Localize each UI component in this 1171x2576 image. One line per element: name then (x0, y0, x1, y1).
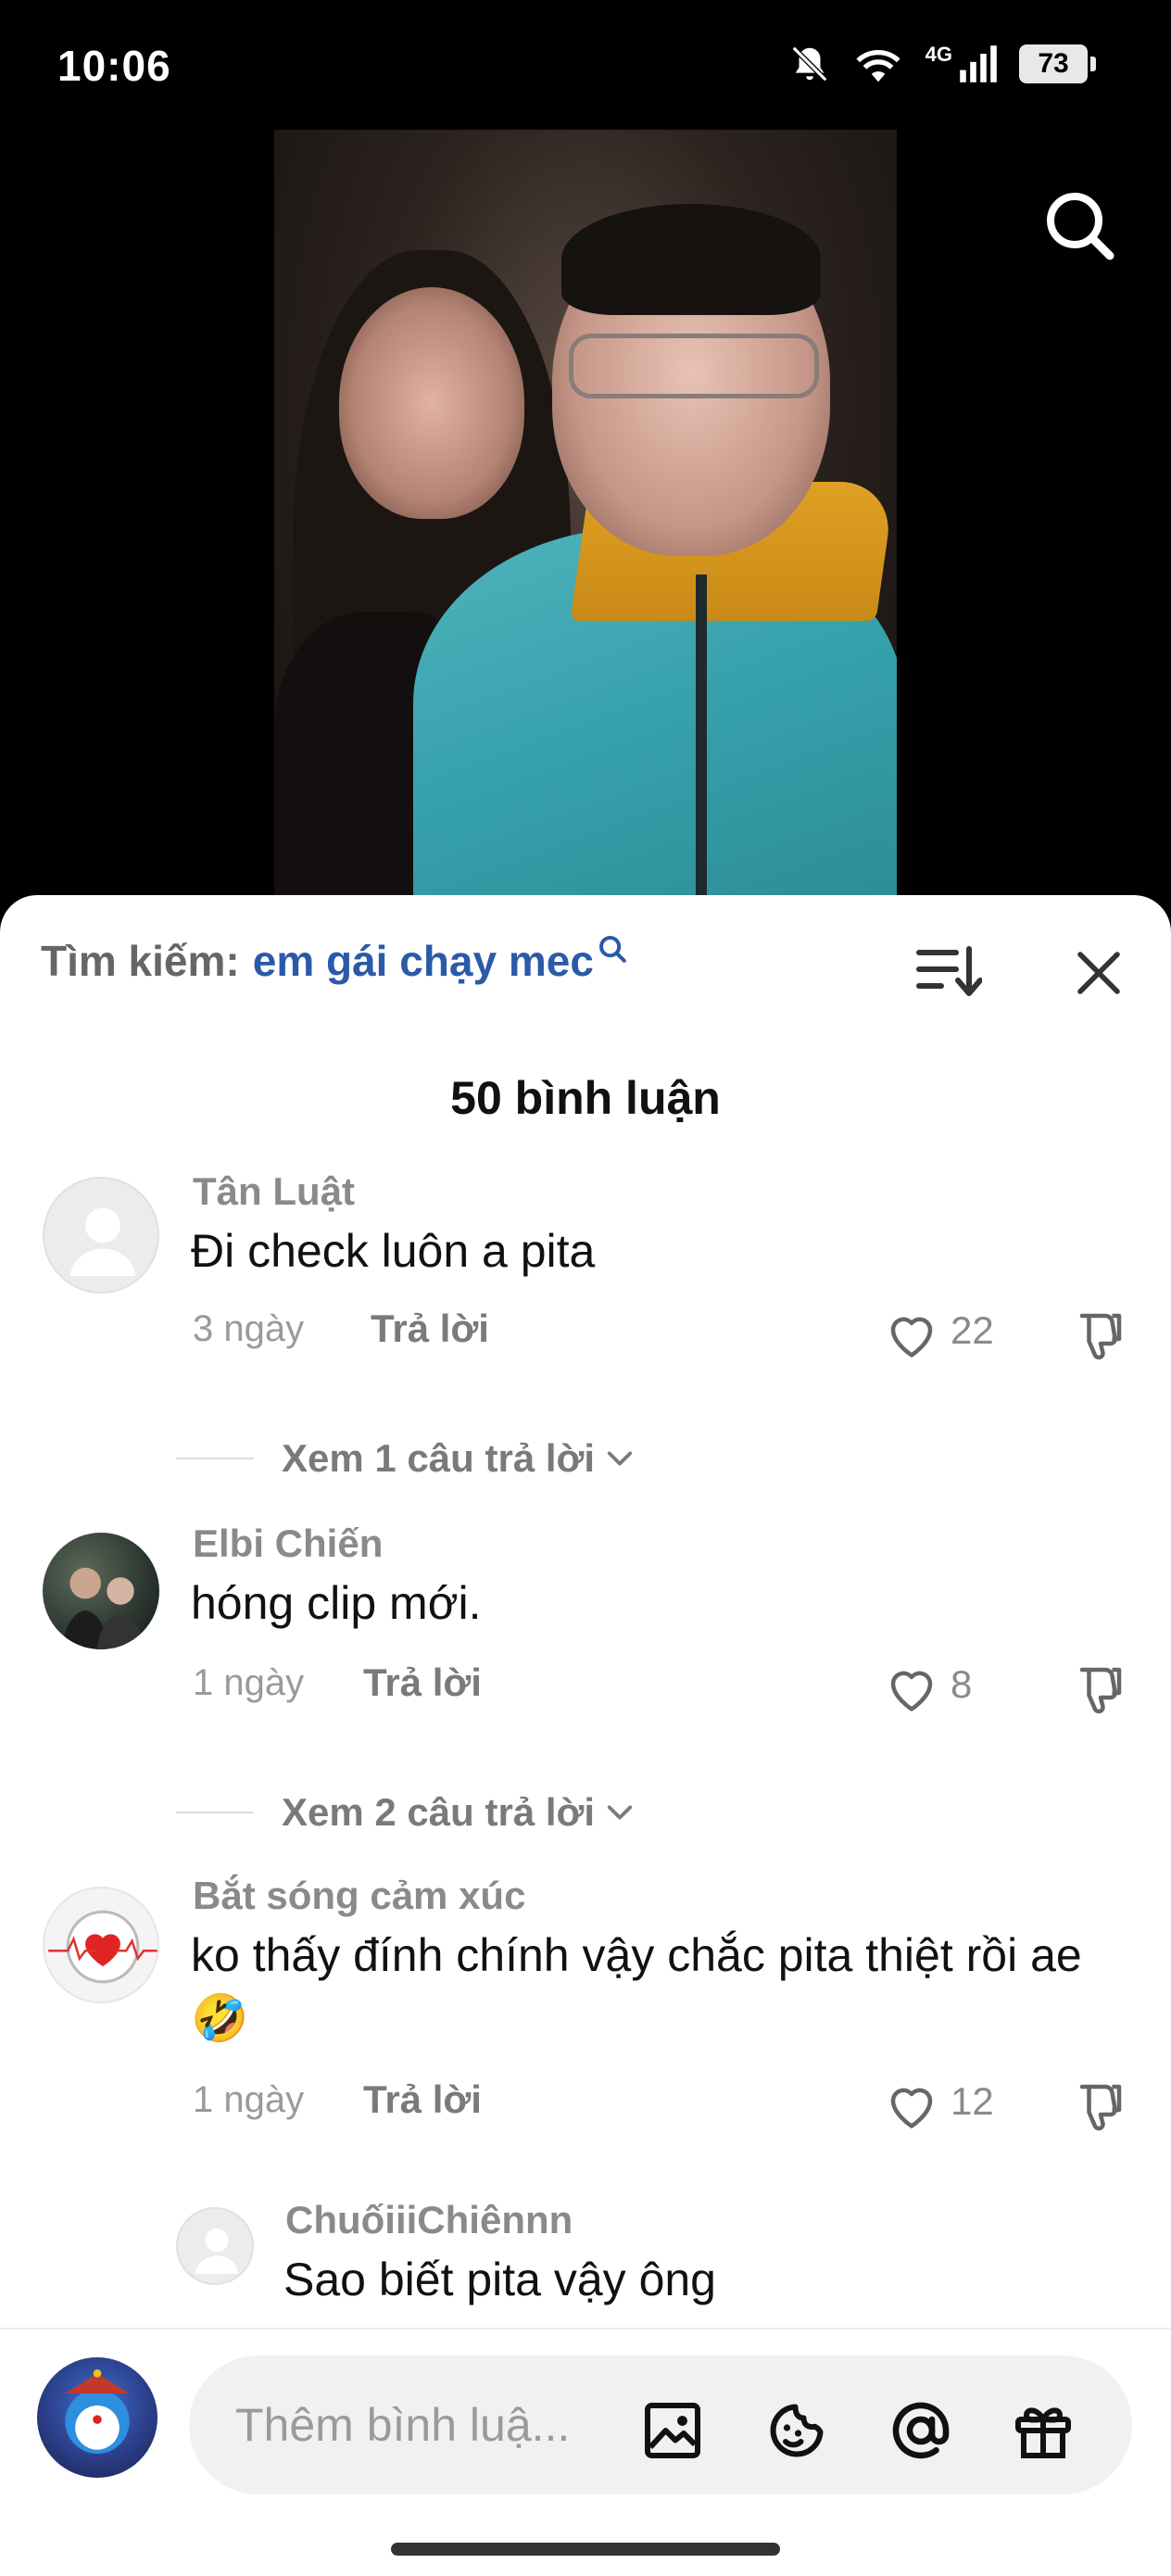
comment-input-pill[interactable] (189, 2355, 1132, 2494)
related-search[interactable]: Tìm kiếm: em gái chạy mec (41, 936, 627, 986)
comment-text: ko thấy đính chính vậy chắc pita thiệt r… (191, 1929, 1082, 2044)
reply-button[interactable]: Trả lời (363, 2077, 482, 2122)
like-count: 22 (951, 1308, 994, 1352)
sort-icon[interactable] (915, 943, 982, 999)
chevron-down-icon (607, 1805, 633, 1820)
comment-author[interactable]: Elbi Chiến (193, 1522, 383, 1566)
heart-avatar-icon (48, 1910, 157, 1984)
my-avatar[interactable] (37, 2357, 157, 2478)
dislike-icon[interactable] (1073, 1661, 1128, 1716)
close-icon[interactable] (1075, 949, 1123, 997)
search-prefix: Tìm kiếm: (41, 937, 240, 985)
heart-icon[interactable] (884, 1662, 939, 1714)
comments-sheet: Tìm kiếm: em gái chạy mec 50 bình luận T… (0, 895, 1171, 2576)
comment-time: 1 ngày (193, 2079, 305, 2120)
status-icons: 4G 73 (788, 43, 1096, 85)
image-icon[interactable] (639, 2397, 706, 2464)
comment-input[interactable] (235, 2393, 606, 2457)
video-figure (561, 204, 821, 315)
reply-author[interactable]: ChuốiiiChiênnn (285, 2198, 573, 2242)
avatar-photo (65, 2369, 130, 2454)
default-avatar-icon (195, 2229, 239, 2274)
comment-count: 50 bình luận (450, 1072, 721, 1124)
wifi-icon (856, 50, 900, 82)
comment-composer-bar (0, 2328, 1171, 2576)
view-replies-label: Xem 2 câu trả lời (282, 1790, 596, 1834)
reply-button[interactable]: Trả lời (363, 1661, 482, 1705)
video-figure (696, 575, 707, 899)
dislike-icon[interactable] (1073, 2077, 1128, 2133)
view-replies-button[interactable]: Xem 2 câu trả lời (176, 1790, 634, 1835)
avatar-photo (62, 1567, 145, 1649)
battery-icon: 73 (1019, 44, 1096, 83)
home-indicator[interactable] (391, 2543, 780, 2556)
comment-author[interactable]: Bắt sóng cảm xúc (193, 1874, 525, 1918)
default-avatar-icon (69, 1207, 136, 1276)
avatar[interactable] (43, 1533, 159, 1649)
avatar[interactable] (43, 1177, 159, 1294)
status-bar: 10:06 4G 73 (0, 0, 1171, 130)
mention-icon[interactable] (888, 2397, 954, 2464)
gift-icon[interactable] (1010, 2397, 1077, 2464)
view-replies-button[interactable]: Xem 1 câu trả lời (176, 1436, 634, 1481)
status-time: 10:06 (57, 42, 171, 90)
video-player[interactable] (274, 130, 897, 899)
heart-icon[interactable] (884, 1308, 939, 1360)
comment-text: hóng clip mới. (191, 1577, 482, 1629)
comment-time: 3 ngày (193, 1308, 305, 1349)
comment-text: Đi check luôn a pita (191, 1225, 596, 1277)
comment-time: 1 ngày (193, 1662, 305, 1703)
search-icon[interactable] (1043, 189, 1117, 263)
bell-off-icon (791, 45, 827, 82)
like-count: 8 (951, 1662, 973, 1706)
sticker-icon[interactable] (763, 2397, 830, 2464)
avatar[interactable] (43, 1887, 159, 2003)
divider-line (176, 1812, 254, 1813)
video-figure (569, 334, 819, 398)
signal-icon (960, 45, 997, 82)
search-icon (598, 936, 626, 963)
divider-line (176, 1458, 254, 1459)
reply-text: Sao biết pita vậy ông (283, 2254, 716, 2305)
view-replies-label: Xem 1 câu trả lời (282, 1436, 596, 1480)
dislike-icon[interactable] (1073, 1307, 1128, 1362)
like-count: 12 (951, 2079, 994, 2123)
heart-icon[interactable] (884, 2079, 939, 2131)
video-figure (339, 287, 524, 519)
network-label: 4G (925, 43, 952, 66)
reply-button[interactable]: Trả lời (371, 1307, 489, 1351)
avatar[interactable] (176, 2207, 254, 2285)
comment-author[interactable]: Tân Luật (193, 1169, 355, 1214)
search-term-link[interactable]: em gái chạy mec (253, 936, 594, 986)
chevron-down-icon (607, 1451, 633, 1466)
